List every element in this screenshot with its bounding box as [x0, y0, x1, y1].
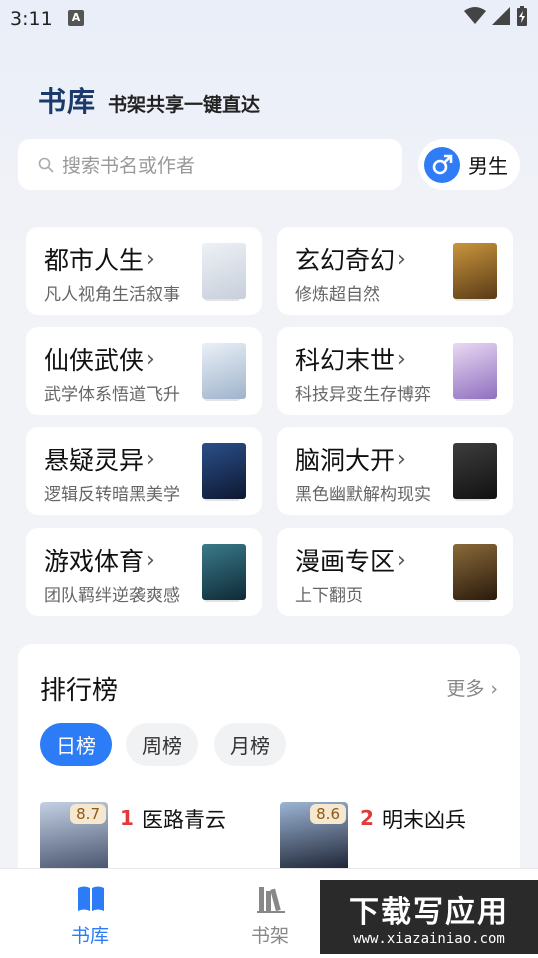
search-input[interactable]: 搜索书名或作者: [18, 139, 402, 190]
ranking-section: 排行榜 更多 › 日榜 周榜 月榜 8.7 1 医路青云 8.6 2 明末凶兵: [18, 644, 520, 884]
category-desc: 上下翻页: [295, 586, 363, 606]
category-desc: 团队羁绊逆袭爽感: [44, 586, 180, 606]
book-title: 明末凶兵: [382, 808, 466, 832]
category-desc: 修炼超自然: [295, 285, 380, 305]
category-name: 脑洞大开: [295, 446, 396, 475]
chevron-right-icon: ›: [146, 346, 155, 372]
category-card-gaming-sports[interactable]: 游戏体育 › 团队羁绊逆袭爽感: [26, 528, 262, 616]
status-time: 3:11: [10, 8, 53, 30]
chevron-right-icon: ›: [146, 246, 155, 272]
nav-item-library[interactable]: 书库: [30, 869, 150, 958]
category-cover: [202, 544, 246, 600]
book-cover: 8.6: [280, 802, 348, 872]
nav-label: 书架: [250, 925, 289, 947]
male-icon: [424, 146, 460, 183]
gender-label: 男生: [468, 154, 508, 178]
category-card-brainstorm[interactable]: 脑洞大开 › 黑色幽默解构现实: [277, 427, 513, 515]
chevron-right-icon: ›: [397, 346, 406, 372]
status-icons: [464, 6, 528, 26]
book-title: 医路青云: [142, 808, 226, 832]
gender-toggle-button[interactable]: 男生: [418, 139, 520, 190]
category-desc: 逻辑反转暗黑美学: [44, 485, 180, 505]
more-link[interactable]: 更多 ›: [446, 674, 498, 701]
category-desc: 武学体系悟道飞升: [44, 385, 180, 405]
book-score: 8.6: [310, 804, 346, 824]
category-card-xianxia[interactable]: 仙侠武侠 › 武学体系悟道飞升: [26, 327, 262, 415]
category-card-mystery[interactable]: 悬疑灵异 › 逻辑反转暗黑美学: [26, 427, 262, 515]
book-cover: 8.7: [40, 802, 108, 872]
status-bar: 3:11 A: [0, 0, 538, 36]
category-cover: [453, 443, 497, 499]
tab-weekly[interactable]: 周榜: [126, 723, 198, 766]
watermark-logo: 下载写应用 www.xiazainiao.com: [320, 880, 538, 954]
wifi-icon: [464, 7, 486, 24]
chevron-right-icon: ›: [397, 547, 406, 573]
ranking-book-item[interactable]: 8.6 2 明末凶兵: [280, 802, 510, 872]
search-icon: [38, 157, 54, 173]
chevron-right-icon: ›: [397, 446, 406, 472]
watermark-title: 下载写应用: [349, 895, 509, 930]
battery-icon: [517, 6, 527, 26]
category-cover: [202, 343, 246, 399]
category-cover: [202, 443, 246, 499]
page-subtitle: 书架共享一键直达: [108, 94, 261, 116]
category-desc: 科技异变生存博弈: [295, 385, 431, 405]
watermark-url: www.xiazainiao.com: [353, 931, 505, 947]
nav-label: 书库: [70, 925, 109, 947]
tab-daily[interactable]: 日榜: [40, 723, 112, 766]
category-name: 游戏体育: [44, 547, 145, 576]
page-title: 书库: [38, 85, 97, 118]
book-rank: 1: [120, 806, 134, 830]
nav-item-bookshelf[interactable]: 书架: [210, 869, 330, 958]
category-name: 科幻末世: [295, 346, 396, 375]
chevron-right-icon: ›: [146, 547, 155, 573]
ranking-book-item[interactable]: 8.7 1 医路青云: [40, 802, 270, 872]
category-name: 悬疑灵异: [44, 446, 145, 475]
chevron-right-icon: ›: [397, 246, 406, 272]
notification-icon: A: [68, 10, 84, 26]
book-rank: 2: [360, 806, 374, 830]
search-placeholder: 搜索书名或作者: [62, 155, 196, 177]
category-name: 都市人生: [44, 246, 145, 275]
tab-monthly[interactable]: 月榜: [214, 723, 286, 766]
book-score: 8.7: [70, 804, 106, 824]
header: 书库 书架共享一键直达: [38, 80, 260, 120]
category-cover: [453, 343, 497, 399]
category-card-scifi[interactable]: 科幻末世 › 科技异变生存博弈: [277, 327, 513, 415]
category-card-urban[interactable]: 都市人生 › 凡人视角生活叙事: [26, 227, 262, 315]
category-desc: 凡人视角生活叙事: [44, 285, 180, 305]
category-card-comics[interactable]: 漫画专区 › 上下翻页: [277, 528, 513, 616]
category-name: 仙侠武侠: [44, 346, 145, 375]
book-open-icon: [78, 886, 104, 911]
category-cover: [202, 243, 246, 299]
category-card-fantasy[interactable]: 玄幻奇幻 › 修炼超自然: [277, 227, 513, 315]
chevron-right-icon: ›: [146, 446, 155, 472]
category-cover: [453, 544, 497, 600]
chevron-right-icon: ›: [490, 678, 498, 700]
category-name: 玄幻奇幻: [295, 246, 396, 275]
category-desc: 黑色幽默解构现实: [295, 485, 431, 505]
bookshelf-icon: [257, 887, 285, 913]
category-cover: [453, 243, 497, 299]
ranking-title: 排行榜: [40, 676, 119, 706]
category-name: 漫画专区: [295, 547, 396, 576]
signal-icon: [492, 7, 510, 25]
